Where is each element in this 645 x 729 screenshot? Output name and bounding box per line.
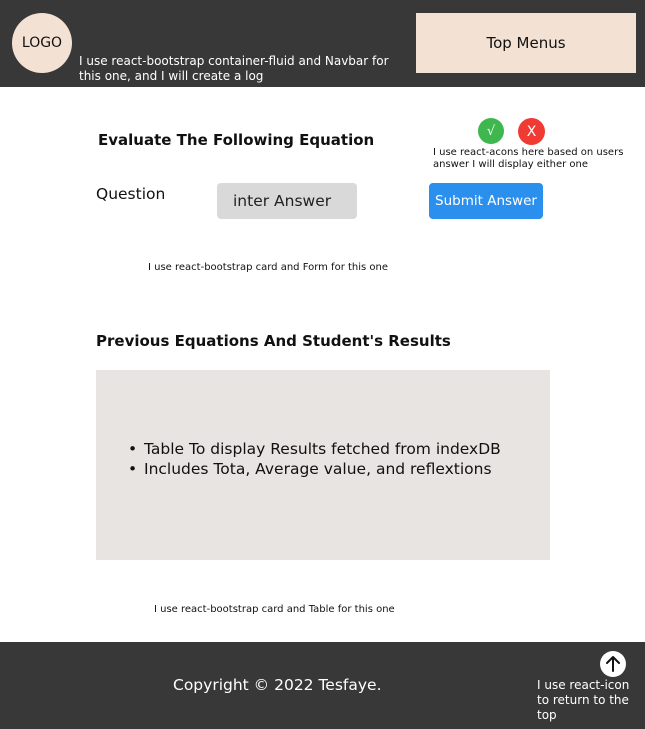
- close-icon: X: [518, 118, 545, 145]
- logo[interactable]: LOGO: [12, 13, 72, 73]
- top-menus[interactable]: Top Menus: [416, 13, 636, 73]
- results-table-placeholder: Table To display Results fetched from in…: [96, 370, 550, 560]
- icons-annotation: I use react-acons here based on users an…: [433, 147, 624, 170]
- back-to-top-annotation: I use react-icon to return to the top: [537, 678, 630, 722]
- table-card-annotation: I use react-bootstrap card and Table for…: [154, 604, 395, 615]
- list-item: Table To display Results fetched from in…: [124, 440, 501, 460]
- results-title: Previous Equations And Student's Results: [96, 332, 451, 350]
- evaluate-title: Evaluate The Following Equation: [98, 131, 375, 149]
- question-label: Question: [96, 185, 166, 203]
- copyright-text: Copyright © 2022 Tesfaye.: [173, 676, 382, 694]
- footer: Copyright © 2022 Tesfaye. I use react-ic…: [0, 642, 645, 729]
- answer-input[interactable]: [217, 183, 357, 219]
- navbar: LOGO I use react-bootstrap container-flu…: [0, 0, 645, 87]
- submit-answer-button[interactable]: Submit Answer: [429, 183, 543, 219]
- arrow-up-circle-icon[interactable]: [600, 651, 626, 677]
- results-table-notes: Table To display Results fetched from in…: [124, 440, 501, 479]
- form-card-annotation: I use react-bootstrap card and Form for …: [148, 262, 389, 273]
- check-icon: √: [478, 118, 504, 144]
- list-item: Includes Tota, Average value, and reflex…: [124, 460, 501, 480]
- navbar-annotation: I use react-bootstrap container-fluid an…: [79, 54, 389, 83]
